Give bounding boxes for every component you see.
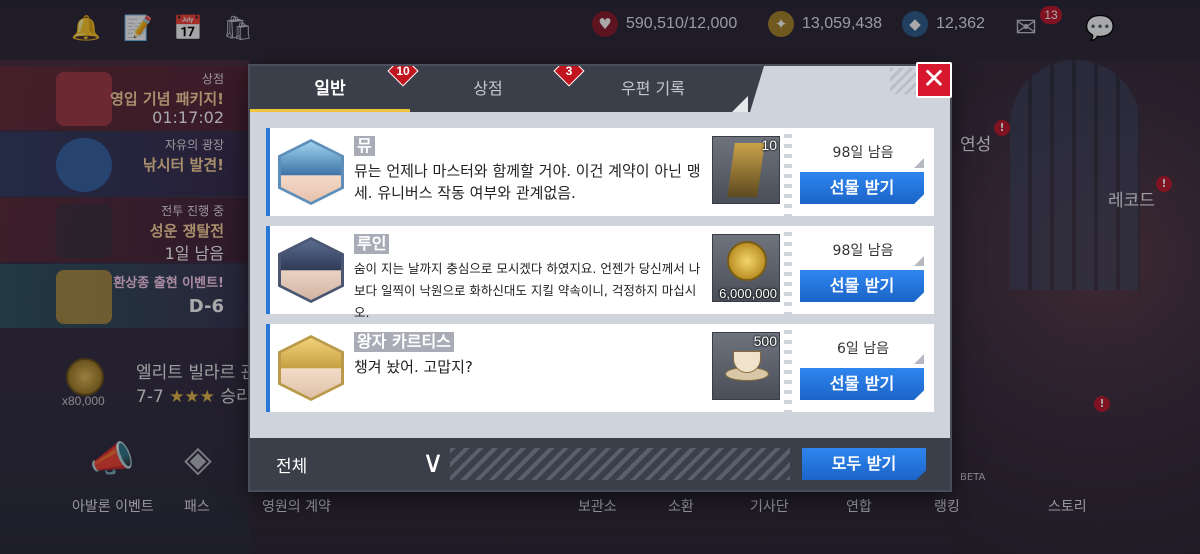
expire-remaining: 98일 남음 [832, 243, 894, 259]
mail-item: 루인 숨이 지는 날까지 충심으로 모시겠다 하였지요. 언젠가 당신께서 나보… [266, 226, 934, 320]
tab-shop-label: 상점 [473, 79, 503, 98]
tab-mail-history[interactable]: 우편 기록 [580, 66, 726, 112]
mail-item: 뮤 뮤는 언제나 마스터와 함께할 거야. 이건 계약이 아닌 맹세. 유니버스… [266, 128, 934, 216]
expire-remaining: 98일 남음 [832, 145, 894, 161]
mail-content: 왕자 카르티스 챙겨 놨어. 고맙지? 500 [266, 324, 784, 412]
corner-triangle-icon [914, 158, 924, 168]
claim-gift-button[interactable]: 선물 받기 [800, 368, 924, 400]
card-item-icon [727, 143, 765, 197]
tab-fold-corner [732, 96, 748, 112]
chevron-down-icon[interactable]: ∨ [422, 446, 444, 480]
corner-triangle-icon [914, 256, 924, 266]
close-button[interactable]: ✕ [916, 62, 952, 98]
tab-bar: 일반 10 상점 3 우편 기록 [250, 66, 750, 112]
reward-item[interactable]: 6,000,000 [712, 234, 780, 302]
sender-name: 왕자 카르티스 [354, 332, 454, 352]
reward-item[interactable]: 500 [712, 332, 780, 400]
mail-claim-area: 6일 남음 선물 받기 [792, 324, 934, 412]
modal-footer: 전체 ∨ 모두 받기 [250, 438, 950, 490]
claim-gift-button[interactable]: 선물 받기 [800, 270, 924, 302]
sender-name: 뮤 [354, 136, 375, 156]
mail-item: 왕자 카르티스 챙겨 놨어. 고맙지? 500 6일 남음 선물 받기 [266, 324, 934, 412]
corner-triangle-icon [914, 354, 924, 364]
reward-item[interactable]: 10 [712, 136, 780, 204]
sender-portrait [278, 237, 344, 303]
decorative-stripes [450, 448, 790, 480]
mail-claim-area: 98일 남음 선물 받기 [792, 128, 934, 216]
mail-message: 뮤는 언제나 마스터와 함께할 거야. 이건 계약이 아닌 맹세. 유니버스 작… [354, 162, 701, 202]
gold-coin-icon [727, 241, 767, 281]
mail-content: 뮤 뮤는 언제나 마스터와 함께할 거야. 이건 계약이 아닌 맹세. 유니버스… [266, 128, 784, 216]
mail-message: 숨이 지는 날까지 충심으로 모시겠다 하였지요. 언젠가 당신께서 나보다 일… [354, 261, 701, 320]
mail-claim-area: 98일 남음 선물 받기 [792, 226, 934, 314]
tab-general[interactable]: 일반 [250, 66, 410, 112]
mailbox-modal: 일반 10 상점 3 우편 기록 ✕ 뮤 뮤는 언제나 마스터와 함께할 거야.… [250, 62, 952, 490]
mail-content: 루인 숨이 지는 날까지 충심으로 모시겠다 하였지요. 언젠가 당신께서 나보… [266, 226, 784, 320]
filter-dropdown[interactable]: 전체 [276, 452, 307, 477]
reward-quantity: 10 [761, 137, 777, 153]
tab-shop[interactable]: 상점 [410, 66, 566, 112]
tab-bar-tail [750, 66, 764, 112]
sender-portrait [278, 139, 344, 205]
card-perforation [784, 324, 792, 412]
reward-quantity: 6,000,000 [719, 286, 777, 301]
claim-gift-button[interactable]: 선물 받기 [800, 172, 924, 204]
reward-quantity: 500 [753, 333, 777, 349]
card-perforation [784, 226, 792, 314]
tab-mail-history-label: 우편 기록 [621, 79, 685, 98]
tab-general-label: 일반 [314, 79, 346, 99]
expire-remaining: 6일 남음 [837, 341, 889, 357]
sender-name: 루인 [354, 234, 390, 254]
mail-message: 챙겨 놨어. 고맙지? [354, 358, 473, 376]
sender-portrait [278, 335, 344, 401]
card-perforation [784, 128, 792, 216]
tab-active-caret-icon [324, 112, 336, 119]
claim-all-button[interactable]: 모두 받기 [802, 448, 926, 480]
